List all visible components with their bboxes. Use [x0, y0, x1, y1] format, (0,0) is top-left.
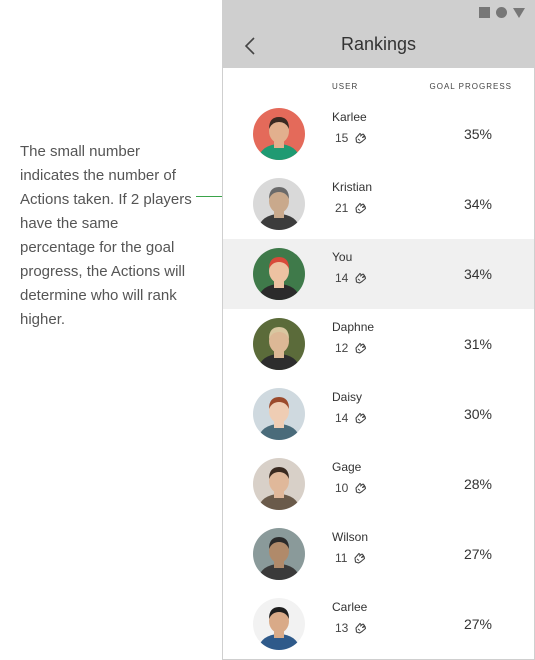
ranking-row[interactable]: Carlee 13 27% — [223, 589, 534, 659]
avatar — [253, 388, 305, 440]
hand-icon — [355, 132, 367, 144]
hand-icon — [355, 202, 367, 214]
goal-progress-value: 34% — [463, 266, 492, 282]
hand-icon — [355, 482, 367, 494]
hand-icon — [354, 552, 366, 564]
avatar-image — [253, 528, 305, 580]
actions-count: 10 — [335, 481, 367, 495]
actions-number: 15 — [335, 131, 349, 145]
hand-icon — [355, 272, 367, 284]
ranking-row[interactable]: Wilson 11 27% — [223, 519, 534, 589]
avatar — [253, 458, 305, 510]
goal-progress-value: 34% — [463, 196, 492, 212]
actions-number: 14 — [335, 271, 349, 285]
avatar-image — [253, 178, 305, 230]
phone-screen: Rankings USER GOAL PROGRESS Karlee 15 35… — [222, 0, 535, 660]
hand-icon — [355, 412, 367, 424]
actions-number: 14 — [335, 411, 349, 425]
actions-number: 11 — [335, 551, 348, 565]
ranking-row[interactable]: Daphne 12 31% — [223, 309, 534, 379]
goal-progress-value: 30% — [463, 406, 492, 422]
goal-progress-value: 27% — [463, 546, 492, 562]
avatar-image — [253, 458, 305, 510]
actions-count: 14 — [335, 271, 367, 285]
user-name: Karlee — [332, 110, 367, 124]
user-name: Daphne — [332, 320, 375, 334]
actions-number: 12 — [335, 341, 349, 355]
hand-icon — [355, 342, 367, 354]
actions-count: 14 — [335, 411, 367, 425]
user-name: Daisy — [332, 390, 363, 404]
ranking-row[interactable]: Gage 10 28% — [223, 449, 534, 519]
avatar — [253, 528, 305, 580]
actions-count: 12 — [335, 341, 367, 355]
triangle-icon — [513, 7, 525, 18]
avatar-image — [253, 388, 305, 440]
actions-count: 15 — [335, 131, 367, 145]
status-bar — [223, 0, 534, 25]
avatar-image — [253, 248, 305, 300]
user-name: Carlee — [332, 600, 368, 614]
actions-number: 13 — [335, 621, 349, 635]
rankings-list: Karlee 15 35% Kristian 21 34% You 14 34%… — [223, 99, 534, 659]
ranking-row[interactable]: Karlee 15 35% — [223, 99, 534, 169]
user-name: Kristian — [332, 180, 373, 194]
status-icons — [479, 7, 525, 18]
goal-progress-value: 35% — [463, 126, 492, 142]
app-bar: Rankings — [223, 25, 534, 68]
square-icon — [479, 7, 490, 18]
avatar-image — [253, 108, 305, 160]
circle-icon — [496, 7, 507, 18]
actions-number: 21 — [335, 201, 349, 215]
avatar-image — [253, 598, 305, 650]
avatar — [253, 318, 305, 370]
avatar-image — [253, 318, 305, 370]
goal-progress-value: 27% — [463, 616, 492, 632]
column-header-user: USER — [332, 82, 359, 91]
avatar — [253, 108, 305, 160]
ranking-row[interactable]: Kristian 21 34% — [223, 169, 534, 239]
actions-count: 21 — [335, 201, 367, 215]
user-name: You — [332, 250, 353, 264]
avatar — [253, 248, 305, 300]
goal-progress-value: 31% — [463, 336, 492, 352]
avatar — [253, 598, 305, 650]
page-title: Rankings — [340, 34, 417, 54]
actions-number: 10 — [335, 481, 349, 495]
ranking-row[interactable]: Daisy 14 30% — [223, 379, 534, 449]
user-name: Wilson — [332, 530, 369, 544]
user-name: Gage — [332, 460, 362, 474]
ranking-row[interactable]: You 14 34% — [223, 239, 534, 309]
actions-count: 13 — [335, 621, 367, 635]
annotation-text: The small number indicates the number of… — [20, 143, 192, 328]
column-headers: USER GOAL PROGRESS — [223, 68, 534, 99]
hand-icon — [355, 622, 367, 634]
column-header-goal-progress: GOAL PROGRESS — [429, 82, 512, 91]
actions-count: 11 — [335, 551, 366, 565]
avatar — [253, 178, 305, 230]
goal-progress-value: 28% — [463, 476, 492, 492]
